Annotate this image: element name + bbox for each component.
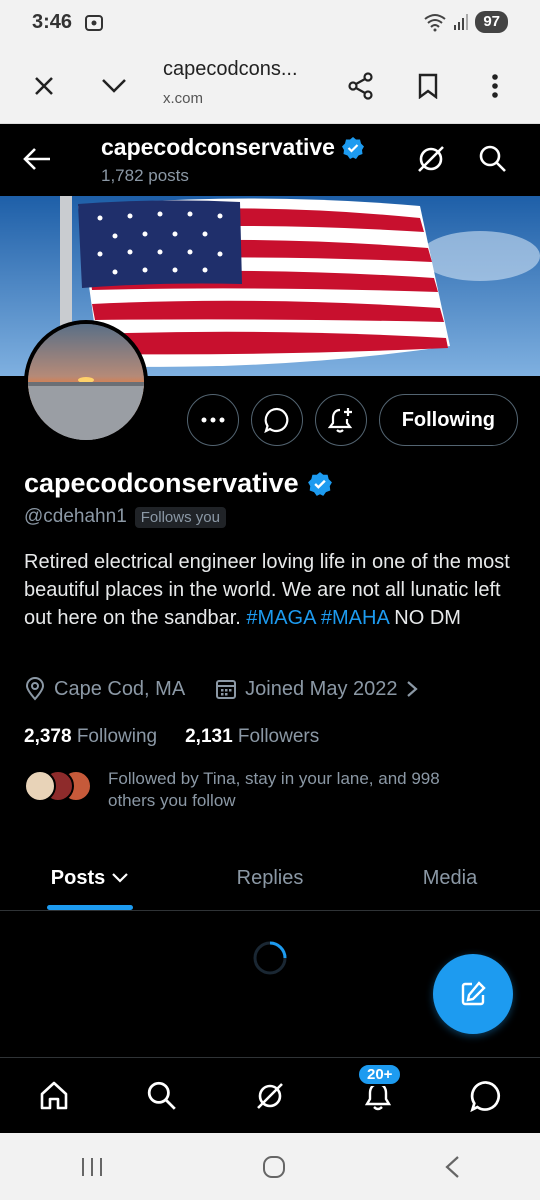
home-button-icon <box>262 1155 285 1178</box>
message-icon <box>470 1080 501 1112</box>
profile-header-bar: capecodconservative 1,782 posts <box>0 124 540 196</box>
profile-avatar[interactable] <box>24 320 148 444</box>
following-count-link[interactable]: 2,378 Following <box>24 726 157 748</box>
nav-messages[interactable] <box>456 1066 516 1126</box>
page-domain: x.com <box>163 90 204 107</box>
profile-location: Cape Cod, MA <box>54 677 186 700</box>
tab-media[interactable]: Media <box>360 846 540 910</box>
more-options-button[interactable] <box>475 66 515 106</box>
back-system-button[interactable] <box>443 1155 461 1179</box>
calendar-icon <box>216 680 237 699</box>
signal-icon <box>453 13 469 31</box>
bottom-navigation: 20+ <box>0 1057 540 1133</box>
chevron-down-icon <box>102 79 126 93</box>
loading-spinner <box>252 940 288 976</box>
grok-button[interactable] <box>414 142 448 176</box>
follows-you-badge: Follows you <box>134 506 226 528</box>
message-icon <box>263 407 289 433</box>
system-navigation-bar <box>0 1133 540 1200</box>
profile-bio: Retired electrical engineer loving life … <box>24 548 514 632</box>
header-name-row: capecodconservative <box>101 134 365 161</box>
chevron-right-icon <box>406 681 418 697</box>
browser-toolbar: capecodcons... x.com <box>0 46 540 124</box>
follow-counts: 2,378 Following 2,131 Followers <box>24 726 319 748</box>
tab-label: Media <box>422 866 478 889</box>
back-icon <box>445 1155 460 1178</box>
sunset-beach-avatar-image <box>28 324 144 440</box>
screenshot-icon <box>84 13 104 33</box>
profile-name-row: capecodconservative <box>24 468 333 499</box>
notification-add-icon <box>327 408 352 433</box>
verified-badge-icon <box>341 136 364 159</box>
bio-text: NO DM <box>394 607 461 629</box>
wifi-icon <box>423 12 447 32</box>
share-icon <box>348 72 373 100</box>
avatar <box>24 770 56 802</box>
location-icon <box>25 677 45 701</box>
status-time: 3:46 <box>32 11 73 33</box>
recents-icon <box>81 1157 102 1176</box>
minimize-tab-button[interactable] <box>94 66 134 106</box>
grok-icon <box>418 146 444 172</box>
nav-search[interactable] <box>132 1066 192 1126</box>
active-tab-indicator <box>47 905 133 910</box>
following-label: Following <box>76 726 158 747</box>
more-actions-button[interactable] <box>186 394 239 446</box>
tab-label: Posts <box>50 866 106 889</box>
compose-icon <box>461 981 486 1006</box>
grok-icon <box>257 1082 283 1109</box>
nav-notifications[interactable]: 20+ <box>348 1062 408 1126</box>
profile-meta: Cape Cod, MA Joined May 2022 <box>24 677 418 701</box>
recents-button[interactable] <box>79 1156 105 1178</box>
bookmark-icon <box>418 73 438 99</box>
followers-count-link[interactable]: 2,131 Followers <box>185 726 319 748</box>
notifications-badge: 20+ <box>357 1062 403 1086</box>
verified-badge-icon <box>307 471 332 496</box>
hashtag-link[interactable]: #MAHA <box>321 607 389 629</box>
followers-label: Followers <box>237 726 320 747</box>
profile-actions: Following <box>186 394 518 446</box>
more-vert-icon <box>492 74 498 98</box>
follower-avatars <box>24 770 92 804</box>
home-icon <box>40 1081 68 1109</box>
home-system-button[interactable] <box>262 1155 286 1179</box>
profile-joined[interactable]: Joined May 2022 <box>245 678 397 701</box>
handle-row: @cdehahn1 Follows you <box>24 506 226 528</box>
more-horizontal-icon <box>201 417 225 423</box>
followed-by-row[interactable]: Followed by Tina, stay in your lane, and… <box>24 768 488 812</box>
battery-indicator: 97 <box>475 11 508 33</box>
compose-button[interactable] <box>433 954 513 1034</box>
followed-by-text: Followed by Tina, stay in your lane, and… <box>108 769 440 810</box>
following-count: 2,378 <box>24 726 72 747</box>
share-button[interactable] <box>341 66 381 106</box>
chevron-down-icon <box>112 873 129 883</box>
search-icon <box>147 1081 176 1110</box>
nav-home[interactable] <box>24 1066 84 1126</box>
close-icon <box>35 77 53 95</box>
back-button[interactable] <box>20 144 54 174</box>
tab-label: Replies <box>236 866 304 889</box>
status-bar: 3:46 97 <box>0 0 540 46</box>
nav-grok[interactable] <box>240 1066 300 1126</box>
header-name: capecodconservative <box>101 134 335 160</box>
following-button[interactable]: Following <box>378 394 518 446</box>
profile-page: capecodconservative 1,782 posts Followin… <box>0 124 540 1133</box>
page-title: capecodcons... <box>163 58 298 80</box>
tab-replies[interactable]: Replies <box>180 846 360 910</box>
close-tab-button[interactable] <box>24 66 64 106</box>
back-arrow-icon <box>23 148 50 170</box>
bookmark-button[interactable] <box>408 66 448 106</box>
profile-handle: @cdehahn1 <box>24 506 127 527</box>
post-count: 1,782 posts <box>101 166 189 185</box>
notify-button[interactable] <box>314 394 367 446</box>
hashtag-link[interactable]: #MAGA <box>246 607 315 629</box>
tab-posts[interactable]: Posts <box>0 846 180 910</box>
search-button[interactable] <box>478 144 508 174</box>
search-icon <box>479 145 506 172</box>
message-button[interactable] <box>250 394 303 446</box>
profile-name: capecodconservative <box>24 468 299 498</box>
followers-count: 2,131 <box>185 726 233 747</box>
profile-tabs: Posts Replies Media <box>0 846 540 911</box>
